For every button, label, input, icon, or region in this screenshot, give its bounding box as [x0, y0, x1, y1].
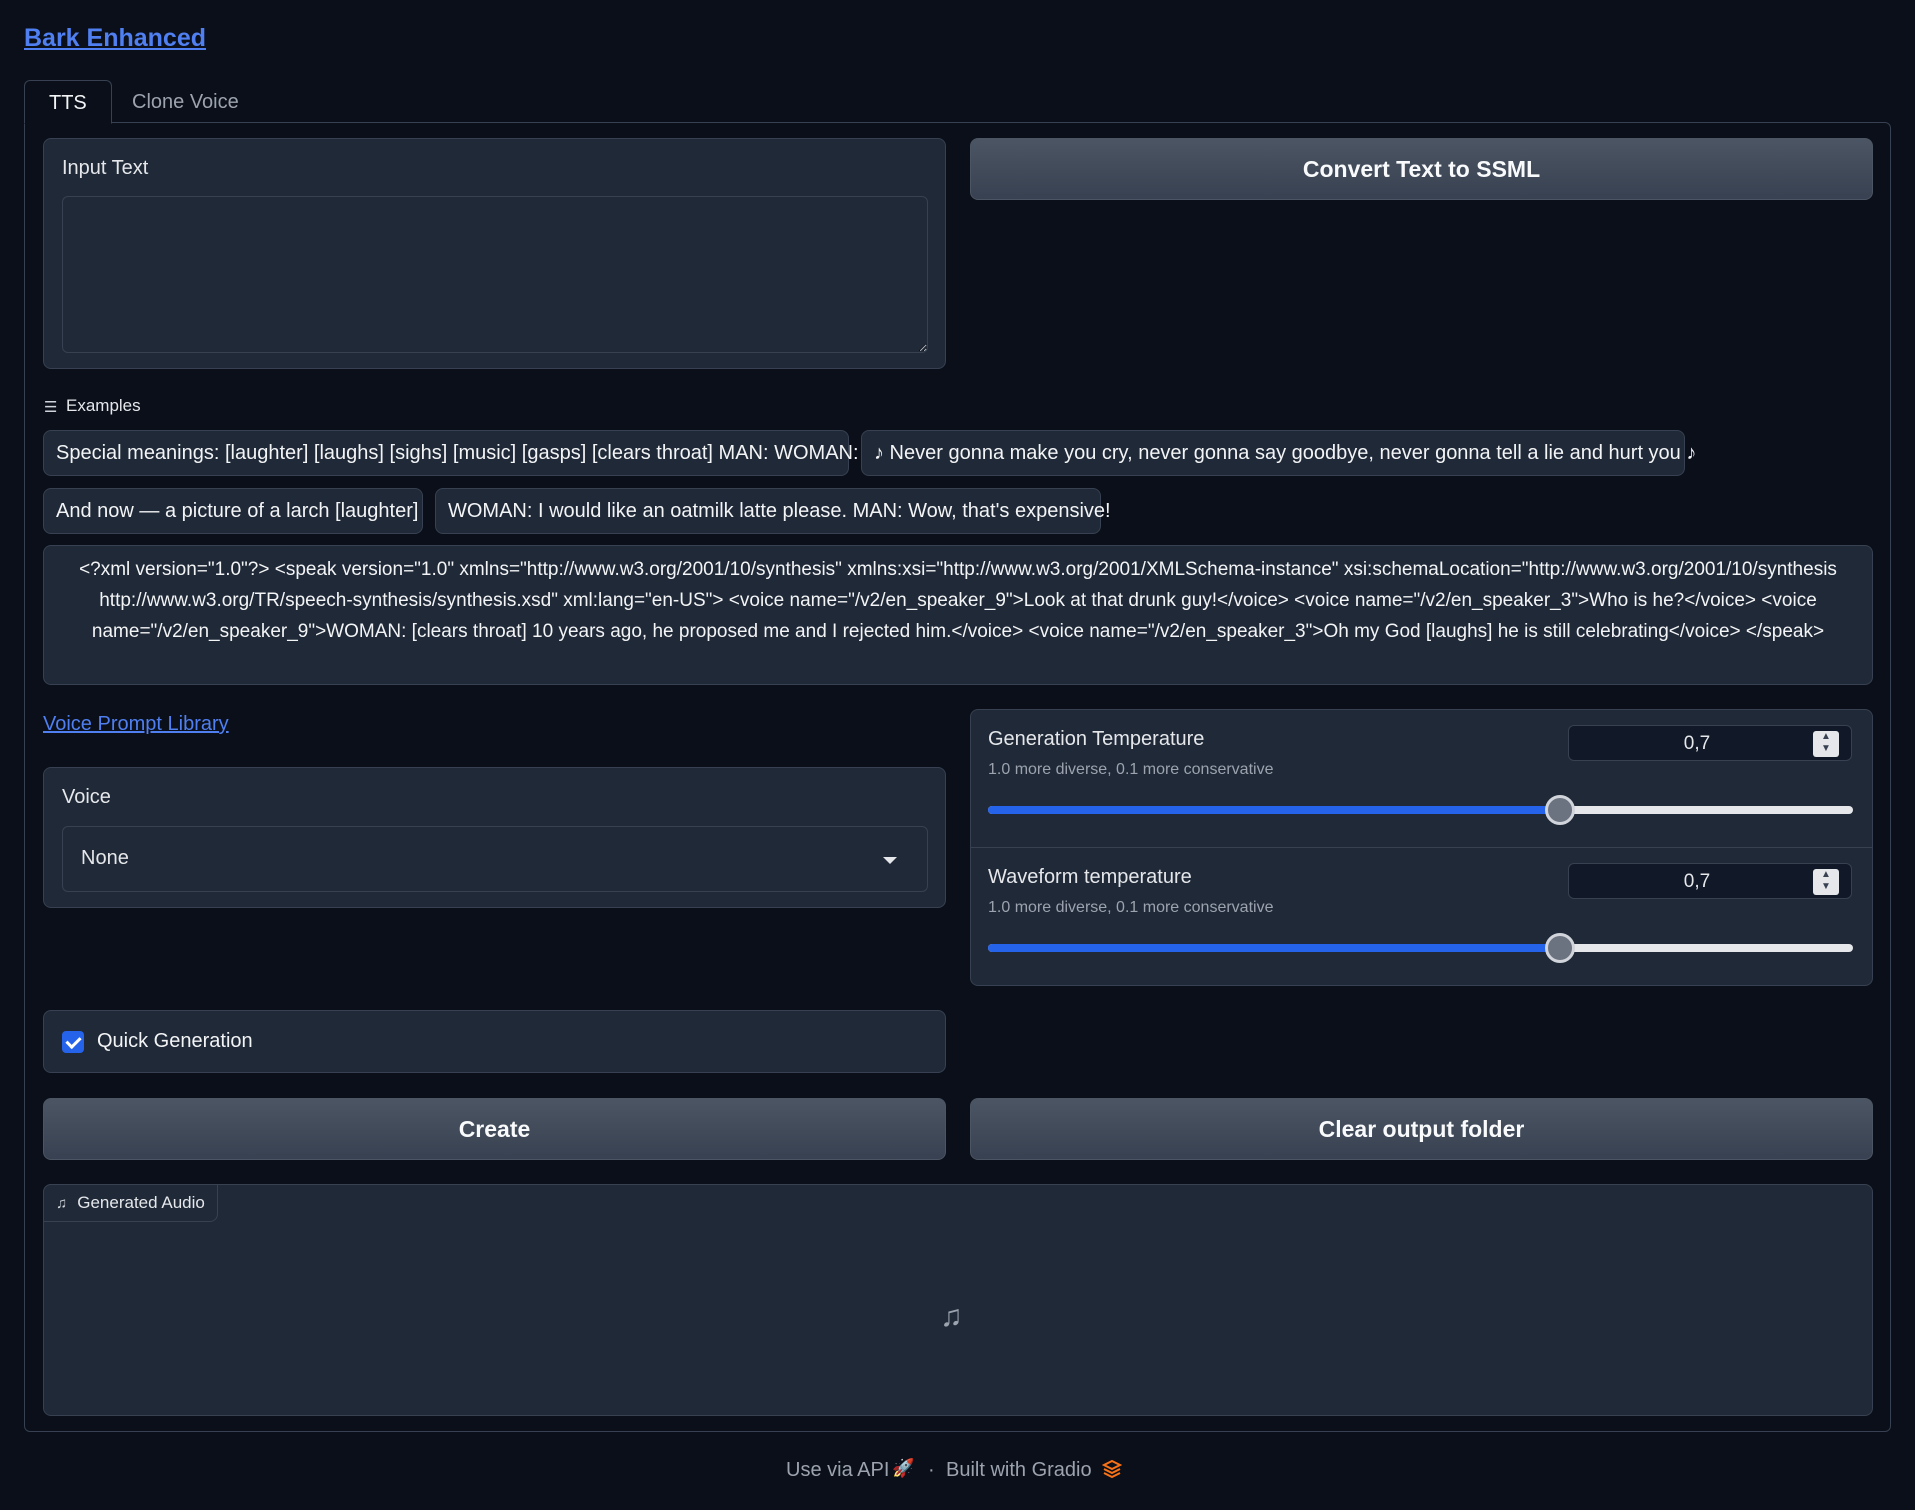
example-item[interactable]: Special meanings: [laughter] [laughs] [s…	[43, 430, 859, 476]
voice-dropdown[interactable]: None	[62, 826, 928, 892]
quick-generation-checkbox[interactable]	[62, 1031, 84, 1053]
example-item[interactable]: ♪ Never gonna make you cry, never gonna …	[861, 430, 1696, 476]
generation-temperature-info: 1.0 more diverse, 0.1 more conservative	[988, 761, 1274, 778]
example-item[interactable]: WOMAN: I would like an oatmilk latte ple…	[435, 488, 1111, 534]
convert-to-ssml-button[interactable]: Convert Text to SSML	[970, 138, 1873, 200]
music-note-icon: ♫	[56, 1195, 68, 1212]
waveform-temperature-label: Waveform temperature	[988, 866, 1192, 888]
voice-dropdown-value: None	[81, 847, 129, 869]
example-item-ssml[interactable]: <?xml version="1.0"?> <speak version="1.…	[43, 545, 1873, 685]
create-button[interactable]: Create	[43, 1098, 946, 1160]
waveform-temperature-slider[interactable]	[988, 944, 1853, 952]
divider	[971, 847, 1872, 848]
generated-audio-label-tag: ♫ Generated Audio	[43, 1184, 218, 1222]
app-title-link[interactable]: Bark Enhanced	[24, 24, 206, 53]
slider-fill	[988, 944, 1559, 952]
built-with-gradio-link[interactable]: Built with Gradio	[946, 1459, 1092, 1482]
slider-fill	[988, 806, 1559, 814]
generation-temperature-label: Generation Temperature	[988, 728, 1205, 750]
spinner-arrows-icon[interactable]: ▲ ▼	[1813, 869, 1839, 895]
use-via-api-link[interactable]: Use via API	[786, 1459, 889, 1482]
waveform-temperature-info: 1.0 more diverse, 0.1 more conservative	[988, 899, 1274, 916]
examples-label: Examples	[66, 396, 141, 415]
waveform-temperature-slider-handle[interactable]	[1545, 933, 1575, 963]
generation-temperature-slider[interactable]	[988, 806, 1853, 814]
generation-temperature-number-input[interactable]: 0,7 ▲ ▼	[1568, 725, 1852, 761]
generation-temperature-slider-handle[interactable]	[1545, 795, 1575, 825]
generated-audio-label: Generated Audio	[77, 1193, 205, 1212]
list-icon: ☰	[44, 399, 58, 416]
quick-generation-label[interactable]: Quick Generation	[97, 1030, 253, 1053]
footer-separator: ·	[928, 1459, 935, 1481]
voice-label: Voice	[62, 786, 111, 808]
clear-output-folder-button[interactable]: Clear output folder	[970, 1098, 1873, 1160]
waveform-temperature-number-input[interactable]: 0,7 ▲ ▼	[1568, 863, 1852, 899]
voice-prompt-library-link[interactable]: Voice Prompt Library	[43, 713, 229, 736]
tab-tts[interactable]: TTS	[24, 80, 112, 124]
waveform-temperature-value: 0,7	[1683, 871, 1711, 892]
generation-temperature-value: 0,7	[1683, 733, 1711, 754]
tab-clone-voice[interactable]: Clone Voice	[108, 80, 263, 124]
rocket-icon: 🚀	[892, 1458, 915, 1478]
input-text-field[interactable]	[62, 196, 928, 353]
music-note-icon: ♫	[940, 1300, 963, 1333]
input-text-label: Input Text	[62, 157, 149, 179]
chevron-down-icon	[883, 857, 897, 864]
spinner-arrows-icon[interactable]: ▲ ▼	[1813, 731, 1839, 757]
example-item[interactable]: And now — a picture of a larch [laughter…	[43, 488, 423, 534]
gradio-logo-icon	[1102, 1459, 1122, 1479]
